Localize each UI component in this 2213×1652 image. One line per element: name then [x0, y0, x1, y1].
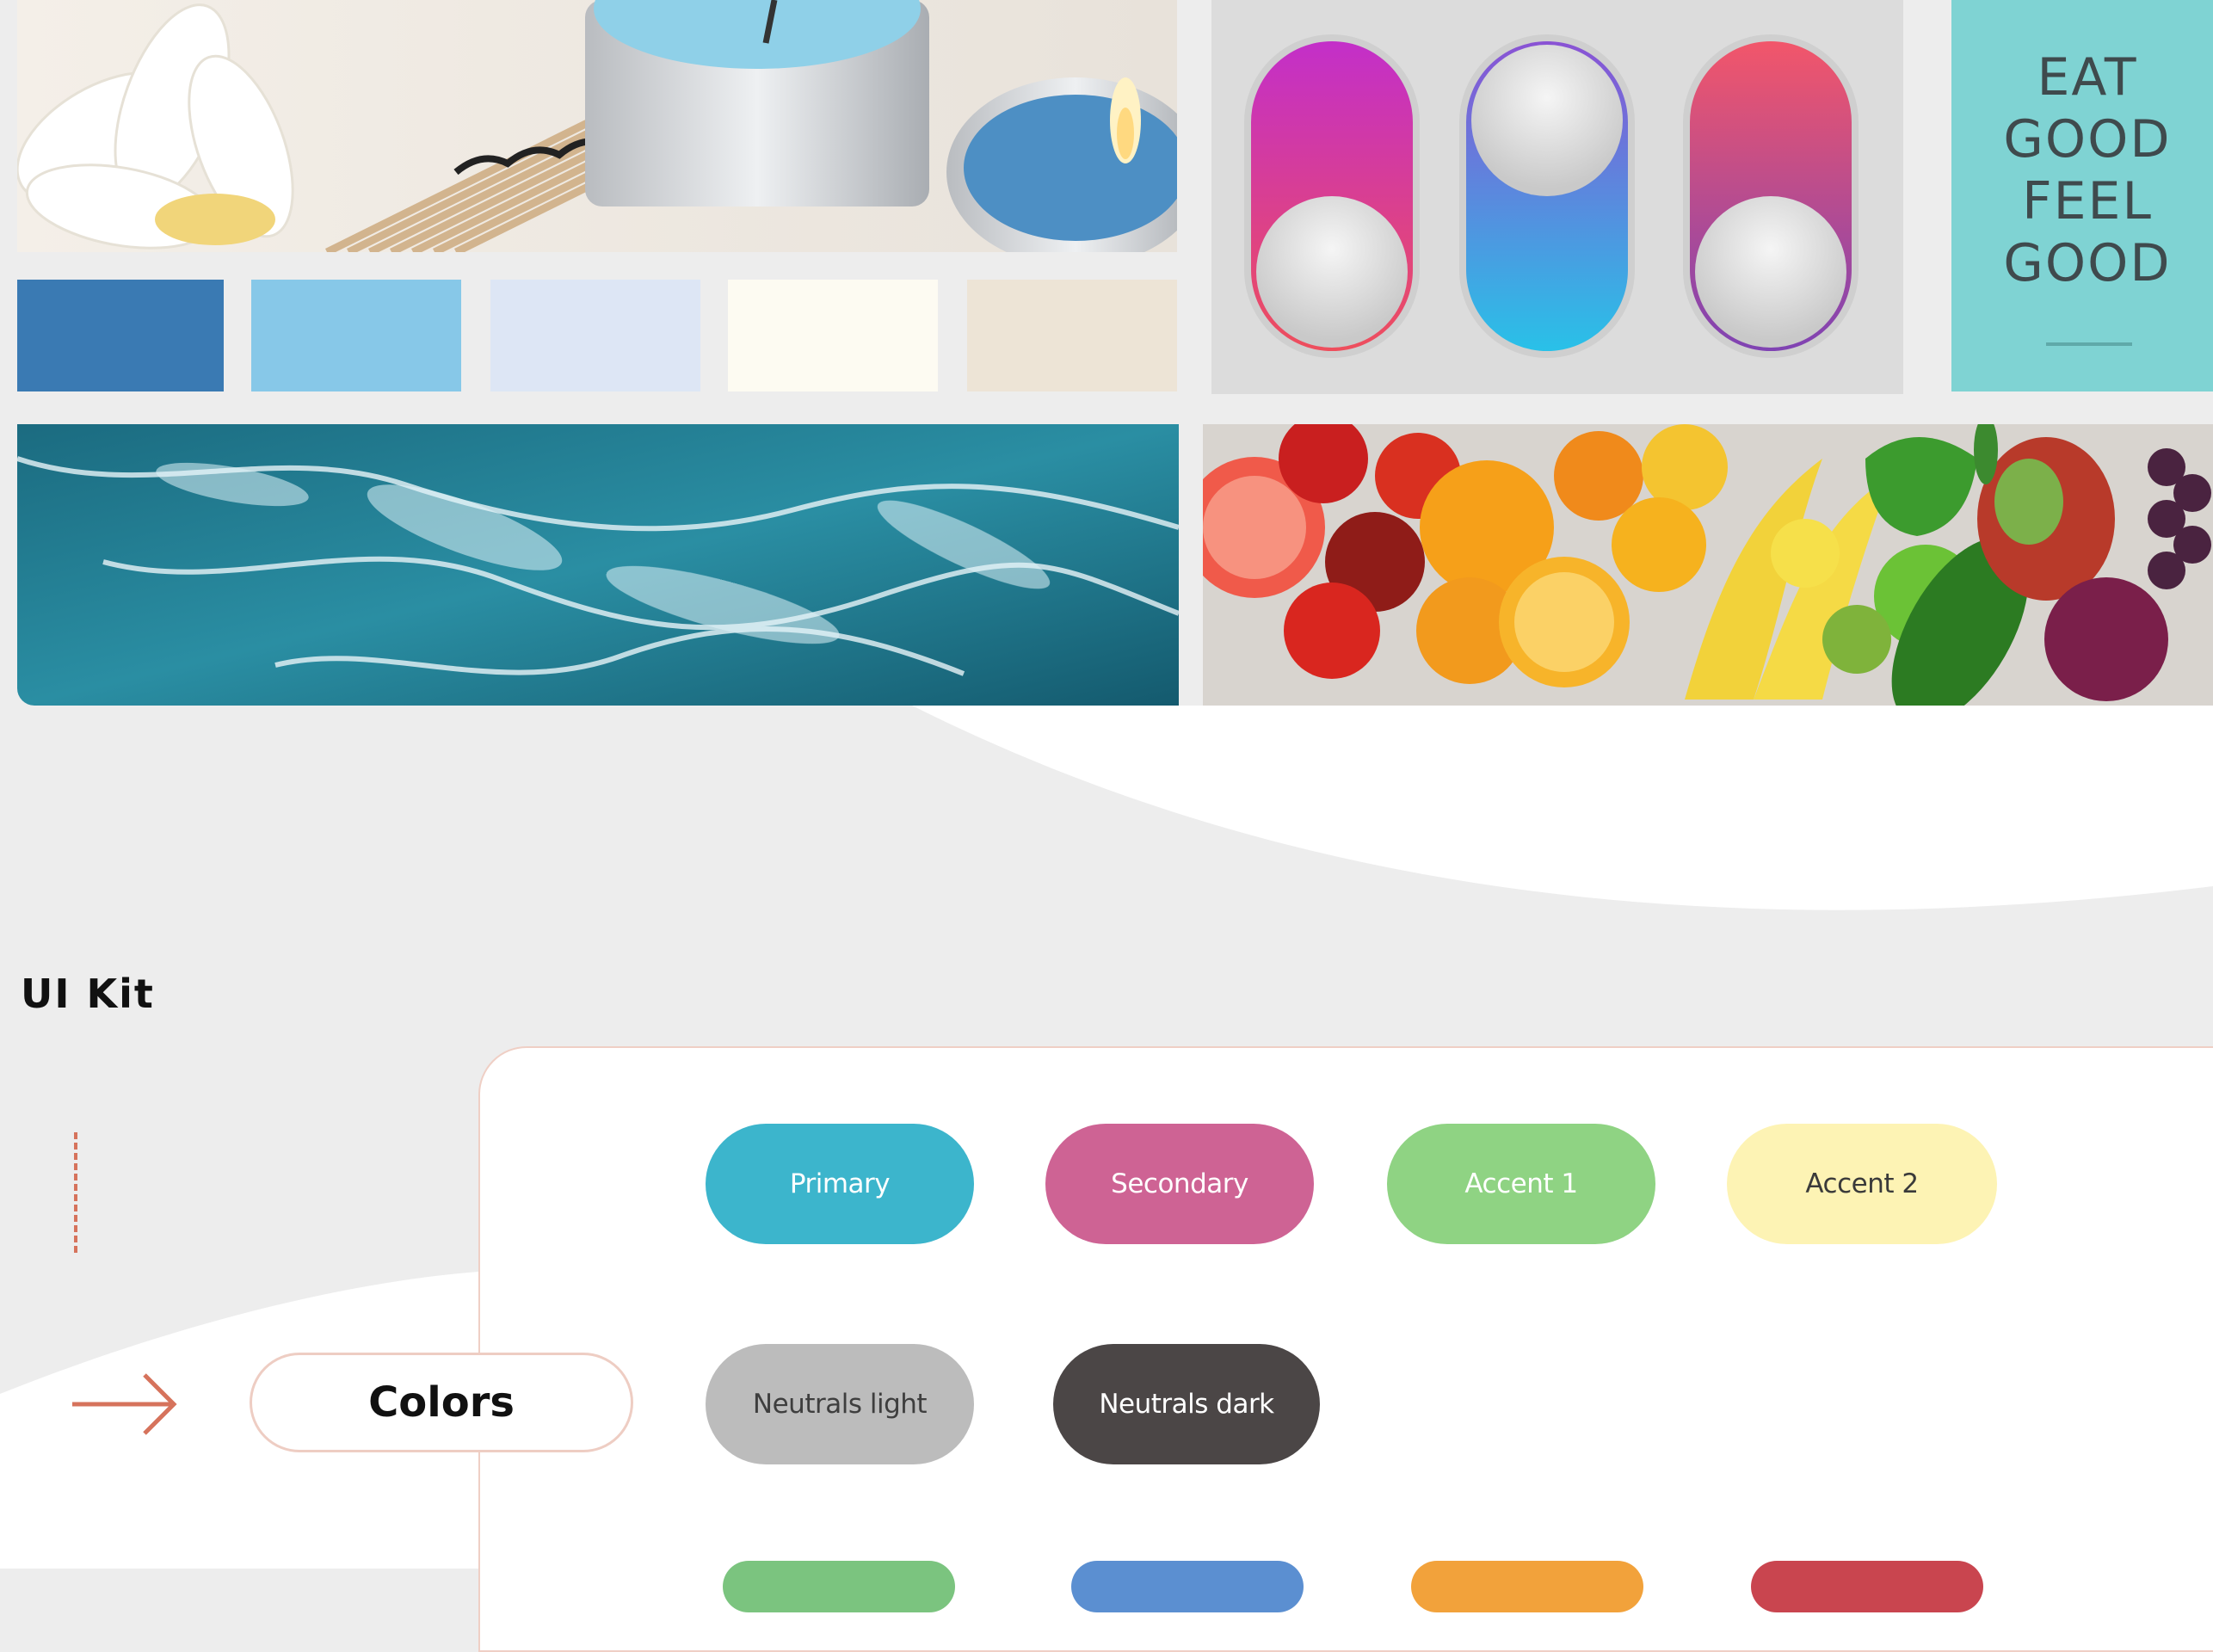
palette-swatch-2	[251, 280, 461, 391]
partial-color-button-4[interactable]	[1751, 1561, 1983, 1612]
primary-color-button[interactable]: Primary	[706, 1124, 974, 1244]
partial-color-button-3[interactable]	[1411, 1561, 1643, 1612]
accent-1-color-button[interactable]: Accent 1	[1387, 1124, 1655, 1244]
eat-good-feel-good-poster: EAT GOOD FEEL GOOD	[1951, 0, 2213, 391]
colors-tab[interactable]: Colors	[250, 1353, 633, 1452]
svg-text:EAT: EAT	[2037, 47, 2138, 108]
ocean-photo	[17, 424, 1179, 706]
arrow-right-icon	[72, 1373, 177, 1435]
svg-text:FEEL: FEEL	[2022, 171, 2153, 231]
palette-swatch-5	[967, 280, 1177, 391]
section-title: UI Kit	[21, 971, 155, 1017]
svg-text:GOOD: GOOD	[2003, 109, 2171, 170]
fruits-vegetables-photo	[1203, 424, 2213, 706]
dotted-connector	[74, 1132, 77, 1253]
secondary-color-button[interactable]: Secondary	[1045, 1124, 1314, 1244]
neutrals-light-color-button[interactable]: Neutrals light	[706, 1344, 974, 1464]
toggle-switches-graphic	[1211, 0, 1903, 394]
partial-color-button-1[interactable]	[723, 1561, 955, 1612]
partial-color-button-2[interactable]	[1071, 1561, 1304, 1612]
accent-2-color-button[interactable]: Accent 2	[1727, 1124, 1997, 1244]
palette-swatch-1	[17, 280, 224, 391]
candles-photo	[17, 0, 1177, 252]
palette-swatch-3	[490, 280, 700, 391]
neutrals-dark-color-button[interactable]: Neutrals dark	[1053, 1344, 1320, 1464]
svg-text:GOOD: GOOD	[2003, 233, 2171, 293]
palette-swatch-4	[728, 280, 938, 391]
